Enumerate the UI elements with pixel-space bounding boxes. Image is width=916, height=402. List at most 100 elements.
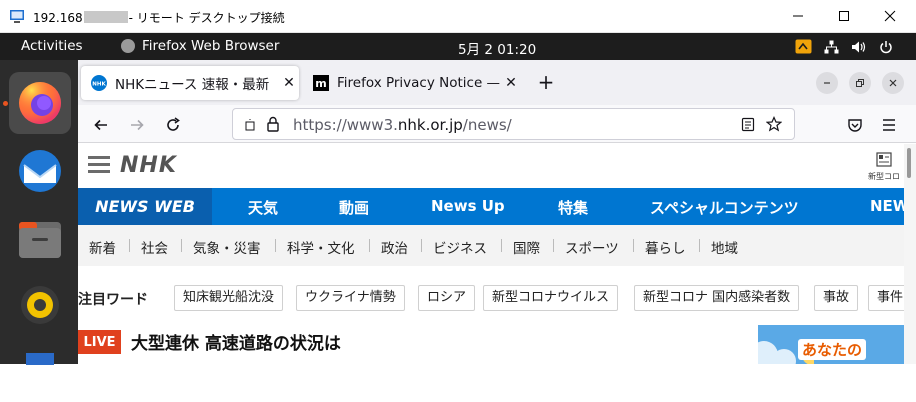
files-icon[interactable]	[9, 208, 71, 270]
ff-restore-button[interactable]	[849, 72, 871, 94]
keyword-tag[interactable]: ロシア	[418, 285, 476, 311]
site-menu-icon[interactable]	[88, 156, 110, 174]
reload-icon	[167, 117, 180, 131]
nav-special-contents[interactable]: スペシャルコンテンツ	[650, 197, 799, 218]
pocket-button[interactable]	[843, 113, 867, 137]
web-page: NHK 新型コロ NEWS WEB 天気 動画 News Up 特集 スペシャル…	[78, 144, 904, 364]
close-window-button[interactable]	[867, 0, 913, 32]
reader-view-icon[interactable]	[741, 117, 755, 132]
tab-strip: NHK NHKニュース 速報・最新 ✕ m Firefox Privacy No…	[78, 60, 916, 105]
forward-arrow-icon	[131, 119, 144, 131]
back-arrow-icon	[94, 119, 107, 131]
url-text[interactable]: https://www3.nhk.or.jp/news/	[293, 116, 512, 134]
power-icon[interactable]	[877, 38, 895, 55]
nav-news-more[interactable]: NEW	[870, 197, 904, 215]
category-society[interactable]: 社会	[141, 237, 168, 257]
live-badge: LIVE	[78, 330, 121, 354]
nav-news-up[interactable]: News Up	[431, 197, 505, 215]
forward-button[interactable]	[125, 113, 149, 137]
tab-nhk[interactable]: NHK NHKニュース 速報・最新 ✕	[81, 66, 299, 100]
bookmark-star-icon[interactable]	[766, 116, 782, 132]
nav-news-web[interactable]: NEWS WEB	[78, 188, 212, 225]
keyword-tag[interactable]: 事故	[814, 285, 859, 311]
divider	[129, 239, 130, 252]
writer-icon[interactable]	[9, 340, 71, 402]
maximize-button[interactable]	[821, 0, 867, 32]
hamburger-menu-icon	[883, 119, 895, 131]
screen-share-icon[interactable]	[794, 38, 812, 55]
category-weather-disaster[interactable]: 気象・災害	[193, 237, 261, 257]
promo-banner[interactable]: あなたの	[758, 325, 904, 364]
minimize-button[interactable]	[775, 0, 821, 32]
pocket-icon	[848, 118, 862, 132]
close-tab-icon[interactable]: ✕	[279, 75, 299, 91]
category-regions[interactable]: 地域	[711, 237, 738, 257]
corona-link[interactable]: 新型コロ	[864, 152, 904, 182]
nav-weather[interactable]: 天気	[248, 197, 278, 218]
category-politics[interactable]: 政治	[381, 237, 408, 257]
app-menu[interactable]: Firefox Web Browser	[142, 38, 279, 54]
minimize-icon	[824, 82, 830, 84]
keyword-tag[interactable]: ウクライナ情勢	[296, 285, 405, 311]
divider	[369, 239, 370, 252]
activities-button[interactable]: Activities	[21, 38, 83, 54]
svg-text:NHK: NHK	[92, 82, 106, 88]
nhk-logo[interactable]: NHK	[120, 153, 177, 178]
reload-button[interactable]	[161, 113, 185, 137]
tab-label: Firefox Privacy Notice —	[337, 75, 501, 91]
menu-button[interactable]	[877, 113, 901, 137]
divider	[633, 239, 634, 252]
url-bar[interactable]: https://www3.nhk.or.jp/news/	[232, 108, 795, 140]
back-button[interactable]	[89, 113, 113, 137]
divider	[181, 239, 182, 252]
close-tab-icon[interactable]: ✕	[501, 75, 521, 91]
category-nav: 新着 社会 気象・災害 科学・文化 政治 ビジネス 国際 スポーツ 暮らし 地域	[78, 225, 904, 266]
maximize-icon	[839, 11, 849, 21]
volume-icon[interactable]	[850, 38, 868, 55]
lock-icon[interactable]	[266, 116, 280, 132]
category-sports[interactable]: スポーツ	[565, 237, 619, 257]
thunderbird-icon[interactable]	[9, 140, 71, 202]
nhk-favicon: NHK	[91, 75, 107, 91]
dock	[0, 60, 78, 389]
firefox-window: NHK NHKニュース 速報・最新 ✕ m Firefox Privacy No…	[78, 60, 916, 364]
rhythmbox-icon[interactable]	[9, 274, 71, 336]
keyword-tag[interactable]: 新型コロナウイルス	[483, 285, 619, 311]
close-icon	[889, 79, 897, 87]
divider	[501, 239, 502, 252]
category-business[interactable]: ビジネス	[433, 237, 487, 257]
ff-close-button[interactable]	[882, 72, 904, 94]
firefox-icon[interactable]	[9, 72, 71, 134]
new-tab-button[interactable]: +	[534, 71, 558, 95]
scroll-thumb[interactable]	[907, 148, 911, 178]
tab-label: NHKニュース 速報・最新	[115, 77, 270, 93]
page-info-icon[interactable]	[243, 117, 257, 131]
corona-link-label: 新型コロ	[868, 172, 900, 181]
nav-features[interactable]: 特集	[558, 197, 588, 218]
redacted-address	[83, 11, 128, 23]
page-scrollbar[interactable]	[904, 144, 916, 364]
firefox-small-icon	[121, 39, 135, 53]
keyword-tag[interactable]: 知床観光船沈没	[174, 285, 284, 311]
ff-minimize-button[interactable]	[816, 72, 838, 94]
tab-privacy-notice[interactable]: m Firefox Privacy Notice — ✕	[303, 66, 521, 100]
close-icon	[884, 10, 896, 22]
category-latest[interactable]: 新着	[89, 237, 116, 257]
clock[interactable]: 5月 2 01:20	[458, 38, 536, 58]
rdp-window-title: 192.168- リモート デスクトップ接続	[33, 11, 285, 25]
category-living[interactable]: 暮らし	[645, 237, 686, 257]
gnome-top-bar: Activities Firefox Web Browser 5月 2 01:2…	[0, 33, 916, 60]
minimize-icon	[793, 15, 803, 17]
network-icon[interactable]	[822, 38, 840, 55]
divider	[421, 239, 422, 252]
keyword-tag[interactable]: 新型コロナ 国内感染者数	[634, 285, 800, 311]
main-nav: NEWS WEB 天気 動画 News Up 特集 スペシャルコンテンツ NEW	[78, 188, 904, 225]
category-science-culture[interactable]: 科学・文化	[287, 237, 355, 257]
nav-video[interactable]: 動画	[339, 197, 369, 218]
navigation-toolbar: https://www3.nhk.or.jp/news/	[78, 105, 916, 143]
rdp-title-bar: 192.168- リモート デスクトップ接続	[0, 0, 916, 33]
category-international[interactable]: 国際	[513, 237, 540, 257]
keywords-label: 注目ワード	[78, 292, 148, 308]
keyword-tag[interactable]: 事件	[868, 285, 904, 311]
headline-link[interactable]: 大型連休 高速道路の状況は	[131, 329, 341, 354]
